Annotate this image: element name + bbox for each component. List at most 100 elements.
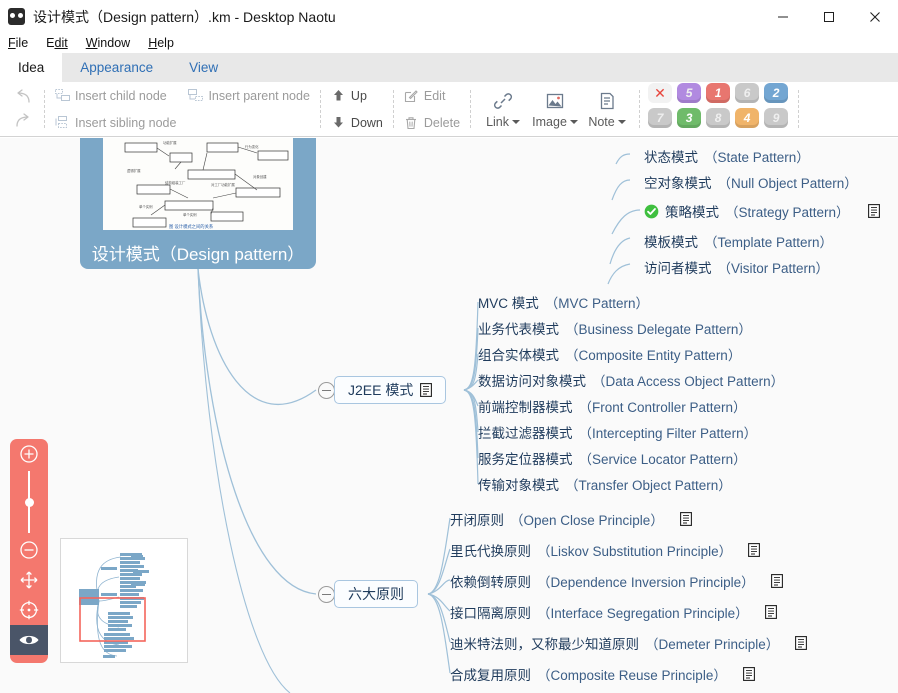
tab-appearance[interactable]: Appearance [62, 53, 171, 82]
root-node-image: 功能扩展 逻辑扩展 行为变化 对象创建 结构组装工厂 对工厂功能扩展 单个实例 … [103, 138, 293, 230]
insert-child-node-button[interactable]: Insert child node [51, 84, 180, 108]
tab-idea[interactable]: Idea [0, 53, 63, 82]
leaf-label-cn: 里氏代换原则 [450, 544, 531, 559]
note-icon[interactable] [795, 636, 808, 650]
list-item[interactable]: 传输对象模式 （Transfer Object Pattern） [478, 474, 732, 494]
list-item[interactable]: 接口隔离原则 （Interface Segregation Principle） [450, 602, 777, 622]
list-item[interactable]: 空对象模式 （Null Object Pattern） [644, 172, 858, 192]
leaf-label-cn: 前端控制器模式 [478, 400, 573, 415]
redo-arrow-icon[interactable] [10, 110, 36, 132]
list-item[interactable]: 拦截过滤器模式 （Intercepting Filter Pattern） [478, 422, 757, 442]
leaf-label-en: （Front Controller Pattern） [578, 400, 747, 415]
chevron-down-icon [617, 120, 626, 124]
list-item[interactable]: 状态模式 （State Pattern） [644, 146, 810, 166]
priority-button-4[interactable]: 4 [735, 108, 760, 128]
svg-text:单个实例: 单个实例 [183, 212, 197, 217]
edit-button[interactable]: Edit [400, 84, 464, 108]
priority-button-6[interactable]: 6 [735, 83, 760, 103]
chevron-down-icon [512, 120, 520, 124]
priority-button-9[interactable]: 9 [764, 108, 789, 128]
zoom-slider-knob[interactable] [24, 498, 34, 507]
eye-icon[interactable] [10, 625, 48, 655]
priority-button-1[interactable]: 1 [706, 83, 731, 103]
collapse-toggle-six-principles[interactable] [318, 586, 335, 603]
svg-text:对象创建: 对象创建 [253, 174, 267, 179]
svg-text:功能扩展: 功能扩展 [163, 140, 177, 145]
menu-window[interactable]: Window [86, 36, 130, 50]
list-item[interactable]: 依赖倒转原则 （Dependence Inversion Principle） [450, 571, 783, 591]
list-item[interactable]: 迪米特法则，又称最少知道原则 （Demeter Principle） [450, 633, 808, 653]
list-item[interactable]: 合成复用原则 （Composite Reuse Principle） [450, 664, 755, 684]
ribbon-separator [798, 90, 800, 128]
note-icon[interactable] [770, 574, 783, 588]
move-icon[interactable] [10, 565, 48, 595]
close-button[interactable] [852, 0, 898, 33]
note-icon[interactable] [420, 383, 433, 397]
note-icon[interactable] [867, 204, 880, 218]
zoom-out-icon[interactable] [10, 535, 48, 565]
menu-file[interactable]: File [8, 36, 28, 50]
insert-sibling-icon [55, 115, 70, 130]
leaf-label-en: （Liskov Substitution Principle） [537, 544, 733, 559]
link-button[interactable]: Link [477, 82, 529, 136]
note-button[interactable]: Note [581, 82, 633, 136]
priority-button-5[interactable]: 5 [677, 83, 702, 103]
priority-button-7[interactable]: 7 [648, 108, 673, 128]
leaf-label-en: （Composite Reuse Principle） [537, 668, 727, 683]
link-label: Link [486, 115, 509, 129]
list-item[interactable]: 策略模式 （Strategy Pattern） [644, 201, 880, 221]
list-item[interactable]: 前端控制器模式 （Front Controller Pattern） [478, 396, 747, 416]
list-item[interactable]: 服务定位器模式 （Service Locator Pattern） [478, 448, 747, 468]
priority-button-3[interactable]: 3 [677, 108, 702, 128]
maximize-button[interactable] [806, 0, 852, 33]
undo-arrow-icon[interactable] [10, 86, 36, 108]
leaf-label-en: （State Pattern） [704, 150, 810, 165]
root-node[interactable]: 功能扩展 逻辑扩展 行为变化 对象创建 结构组装工厂 对工厂功能扩展 单个实例 … [80, 138, 316, 269]
edit-delete-group: Edit Delete [394, 82, 470, 136]
note-icon[interactable] [764, 605, 777, 619]
image-button[interactable]: Image [529, 82, 581, 136]
list-item[interactable]: 业务代表模式 （Business Delegate Pattern） [478, 318, 752, 338]
collapse-toggle-j2ee[interactable] [318, 382, 335, 399]
leaf-label-cn: 模板模式 [644, 235, 698, 250]
leaf-label-en: （Null Object Pattern） [717, 176, 858, 191]
list-item[interactable]: 数据访问对象模式 （Data Access Object Pattern） [478, 370, 784, 390]
list-item[interactable]: MVC 模式 （MVC Pattern） [478, 292, 649, 312]
insert-child-icon [55, 88, 70, 103]
app-window: 设计模式（Design pattern）.km - Desktop Naotu … [0, 0, 898, 693]
priority-button-2[interactable]: 2 [764, 83, 789, 103]
leaf-label-cn: 策略模式 [665, 205, 719, 220]
zoom-in-icon[interactable] [10, 439, 48, 469]
list-item[interactable]: 模板模式 （Template Pattern） [644, 231, 833, 251]
minimap-panel[interactable] [60, 538, 188, 663]
menu-edit[interactable]: Edit [46, 36, 68, 50]
delete-button[interactable]: Delete [400, 111, 464, 135]
list-item[interactable]: 组合实体模式 （Composite Entity Pattern） [478, 344, 741, 364]
insert-parent-node-button[interactable]: Insert parent node [184, 84, 313, 108]
insert-sibling-node-button[interactable]: Insert sibling node [51, 111, 180, 135]
svg-text:单个实例: 单个实例 [139, 204, 153, 209]
tab-view[interactable]: View [171, 53, 236, 82]
branch-node-six-principles[interactable]: 六大原则 [334, 580, 418, 608]
priority-clear-button[interactable]: ✕ [648, 83, 673, 103]
zoom-slider[interactable] [10, 469, 48, 535]
mindmap-canvas[interactable]: 功能扩展 逻辑扩展 行为变化 对象创建 结构组装工厂 对工厂功能扩展 单个实例 … [0, 138, 898, 693]
list-item[interactable]: 访问者模式 （Visitor Pattern） [644, 257, 829, 277]
center-target-icon[interactable] [10, 595, 48, 625]
note-icon[interactable] [679, 512, 692, 526]
note-icon[interactable] [742, 667, 755, 681]
note-icon[interactable] [748, 543, 761, 557]
menu-help[interactable]: Help [148, 36, 174, 50]
priority-button-8[interactable]: 8 [706, 108, 731, 128]
move-down-button[interactable]: Down [327, 111, 387, 135]
move-up-button[interactable]: Up [327, 84, 387, 108]
leaf-label-en: （Composite Entity Pattern） [565, 348, 742, 363]
list-item[interactable]: 里氏代换原则 （Liskov Substitution Principle） [450, 540, 761, 560]
leaf-label-en: （Template Pattern） [704, 235, 834, 250]
leaf-label-en: （Dependence Inversion Principle） [537, 575, 755, 590]
menu-edit-label: dit [54, 36, 68, 50]
branch-node-j2ee[interactable]: J2EE 模式 [334, 376, 447, 404]
minimize-button[interactable] [760, 0, 806, 33]
list-item[interactable]: 开闭原则 （Open Close Principle） [450, 509, 692, 529]
insert-node-group: Insert child node Insert sibling node In… [45, 82, 320, 136]
